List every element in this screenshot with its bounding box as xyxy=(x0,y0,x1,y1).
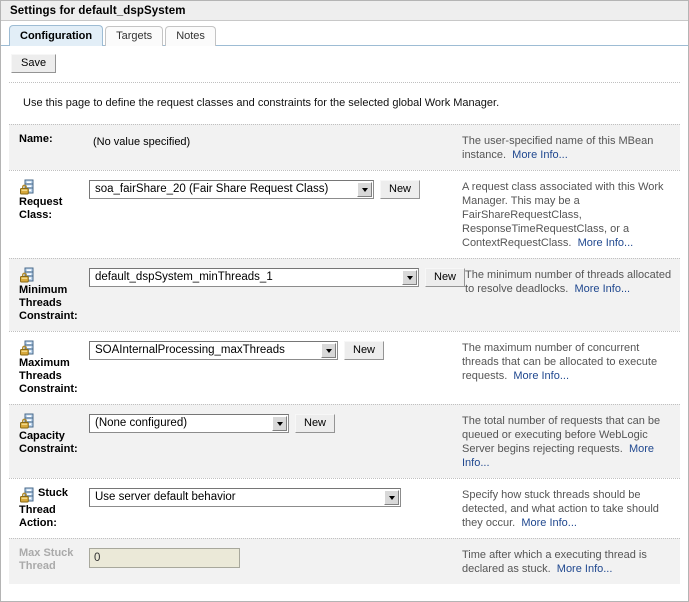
chevron-down-icon[interactable] xyxy=(402,270,417,285)
row-capacity-field-cell: (None configured) New xyxy=(82,413,462,433)
row-max-stuck-thread-label-line2: Thread xyxy=(19,560,56,572)
min-threads-select[interactable]: default_dspSystem_minThreads_1 xyxy=(89,268,419,287)
row-max-threads-label: Maximum Threads Constraint: xyxy=(19,357,78,395)
row-name-label: Name: xyxy=(19,133,53,145)
tab-notes[interactable]: Notes xyxy=(165,26,216,46)
row-stuck-thread-field-cell: Use server default behavior xyxy=(82,487,462,507)
tab-targets-label: Targets xyxy=(116,30,153,42)
row-request-class-label: Request Class: xyxy=(19,196,63,221)
row-name-more-info-link[interactable]: More Info... xyxy=(512,149,568,161)
page-description: Use this page to define the request clas… xyxy=(1,83,688,124)
row-max-threads-label-cell: Maximum Threads Constraint: xyxy=(9,340,82,396)
lock-server-icon xyxy=(19,487,35,503)
lock-server-icon xyxy=(19,340,35,356)
row-max-stuck-thread-more-info-link[interactable]: More Info... xyxy=(557,563,613,575)
max-threads-select-value: SOAInternalProcessing_maxThreads xyxy=(95,344,285,356)
chevron-down-icon[interactable] xyxy=(384,490,399,505)
capacity-select[interactable]: (None configured) xyxy=(89,414,289,433)
row-min-threads-field-cell: default_dspSystem_minThreads_1 New xyxy=(82,267,466,287)
row-name-label-cell: Name: xyxy=(9,133,82,146)
min-threads-select-value: default_dspSystem_minThreads_1 xyxy=(95,271,273,283)
new-max-threads-button[interactable]: New xyxy=(344,341,385,360)
row-capacity: Capacity Constraint: (None configured) N… xyxy=(9,404,680,478)
tab-configuration[interactable]: Configuration xyxy=(9,25,104,46)
row-max-threads-field-cell: SOAInternalProcessing_maxThreads New xyxy=(82,340,462,360)
property-rows: Name: (No value specified) The user-spec… xyxy=(1,124,688,584)
row-request-class-help: A request class associated with this Wor… xyxy=(462,179,680,250)
row-stuck-thread-label-line1: Stuck xyxy=(38,487,68,499)
row-capacity-label-cell: Capacity Constraint: xyxy=(9,413,82,456)
save-button[interactable]: Save xyxy=(11,54,57,73)
stuck-thread-action-select-value: Use server default behavior xyxy=(95,491,236,503)
row-max-threads-more-info-link[interactable]: More Info... xyxy=(513,370,569,382)
tab-notes-label: Notes xyxy=(176,30,205,42)
max-threads-select[interactable]: SOAInternalProcessing_maxThreads xyxy=(89,341,338,360)
new-capacity-button[interactable]: New xyxy=(295,414,336,433)
row-max-stuck-thread-label-line1: Max Stuck xyxy=(19,547,74,559)
row-capacity-help: The total number of requests that can be… xyxy=(462,413,680,470)
row-request-class-label-cell: Request Class: xyxy=(9,179,82,222)
row-name: Name: (No value specified) The user-spec… xyxy=(9,124,680,170)
row-max-stuck-thread-help-text: Time after which a executing thread is d… xyxy=(462,549,647,575)
row-request-class: Request Class: soa_fairShare_20 (Fair Sh… xyxy=(9,170,680,258)
settings-window: Settings for default_dspSystem Configura… xyxy=(0,0,689,602)
chevron-down-icon[interactable] xyxy=(272,416,287,431)
row-name-field-cell: (No value specified) xyxy=(82,133,462,148)
chevron-down-icon[interactable] xyxy=(321,343,336,358)
row-stuck-thread-label-cell: Stuck Thread Action: xyxy=(9,487,82,530)
max-stuck-thread-input xyxy=(89,548,240,568)
row-stuck-thread-label-line2: Thread xyxy=(19,504,56,516)
request-class-select[interactable]: soa_fairShare_20 (Fair Share Request Cla… xyxy=(89,180,374,199)
row-capacity-label: Capacity Constraint: xyxy=(19,430,78,455)
page-title: Settings for default_dspSystem xyxy=(10,4,186,17)
capacity-select-value: (None configured) xyxy=(95,417,188,429)
window-titlebar: Settings for default_dspSystem xyxy=(1,0,688,21)
form-toolbar: Save xyxy=(1,46,688,82)
new-min-threads-button[interactable]: New xyxy=(425,268,466,287)
row-min-threads-help: The minimum number of threads allocated … xyxy=(465,267,683,296)
row-min-threads-label: Minimum Threads Constraint: xyxy=(19,284,78,322)
row-max-stuck-thread: Max Stuck Thread Time after which a exec… xyxy=(9,538,680,584)
row-min-threads-more-info-link[interactable]: More Info... xyxy=(574,283,630,295)
tab-targets[interactable]: Targets xyxy=(105,26,164,46)
name-value: (No value specified) xyxy=(93,136,191,148)
lock-server-icon xyxy=(19,267,35,283)
row-name-help: The user-specified name of this MBean in… xyxy=(462,133,680,162)
new-request-class-button[interactable]: New xyxy=(380,180,421,199)
row-stuck-thread-action: Stuck Thread Action: Use server default … xyxy=(9,478,680,538)
row-stuck-thread-label-inline: Stuck xyxy=(19,487,82,504)
row-min-threads: Minimum Threads Constraint: default_dspS… xyxy=(9,258,680,331)
row-stuck-thread-label-line3: Action: xyxy=(19,517,57,529)
row-request-class-more-info-link[interactable]: More Info... xyxy=(578,237,634,249)
row-max-threads-help: The maximum number of concurrent threads… xyxy=(462,340,680,383)
lock-server-icon xyxy=(19,179,35,195)
row-min-threads-help-text: The minimum number of threads allocated … xyxy=(465,269,672,295)
row-stuck-thread-help: Specify how stuck threads should be dete… xyxy=(462,487,680,530)
stuck-thread-action-select[interactable]: Use server default behavior xyxy=(89,488,401,507)
row-max-stuck-thread-help: Time after which a executing thread is d… xyxy=(462,547,680,576)
row-max-stuck-thread-label-cell: Max Stuck Thread xyxy=(9,547,82,573)
row-max-threads: Maximum Threads Constraint: SOAInternalP… xyxy=(9,331,680,404)
tab-bar: Configuration Targets Notes xyxy=(1,21,688,46)
row-min-threads-label-cell: Minimum Threads Constraint: xyxy=(9,267,82,323)
tab-configuration-label: Configuration xyxy=(20,30,93,42)
request-class-select-value: soa_fairShare_20 (Fair Share Request Cla… xyxy=(95,183,329,195)
lock-server-icon xyxy=(19,413,35,429)
chevron-down-icon[interactable] xyxy=(357,182,372,197)
row-request-class-field-cell: soa_fairShare_20 (Fair Share Request Cla… xyxy=(82,179,462,199)
row-stuck-thread-more-info-link[interactable]: More Info... xyxy=(521,517,577,529)
row-max-stuck-thread-field-cell xyxy=(82,547,462,568)
row-request-class-help-text: A request class associated with this Wor… xyxy=(462,181,664,249)
